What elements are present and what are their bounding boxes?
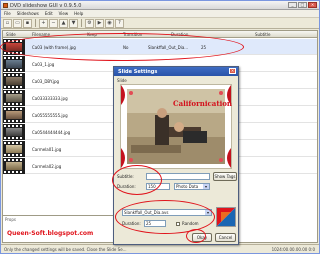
title-bar: DVD slideshow GUI v 0.9.5.0 _ □ × [1, 1, 319, 10]
menu-help[interactable]: Help [74, 11, 83, 16]
row-filename: Ca055555555.jpg [32, 113, 68, 118]
move-down-icon[interactable]: ▼ [69, 18, 78, 28]
row-transition: Slankffall_Out_Dia... [148, 45, 189, 50]
transition-duration-label: Duration: [122, 221, 141, 226]
settings-icon[interactable]: ⚙ [85, 18, 94, 28]
status-bar: Only the changed settings will be saved.… [1, 244, 319, 253]
watermark-text: Queen-Soft.blogspot.com [7, 230, 94, 237]
col-subtitle[interactable]: Subtitle [255, 32, 270, 37]
slide-settings-dialog: Slide Settings × Slide Californication S… [113, 66, 239, 245]
row-filename: Ca03_1.jpg [32, 62, 55, 67]
status-text: Only the changed settings will be saved.… [4, 247, 127, 252]
add-images-icon[interactable]: + [39, 18, 48, 28]
slide-photo [121, 85, 231, 168]
col-transition[interactable]: Transition [123, 32, 142, 37]
close-button[interactable]: × [308, 2, 317, 8]
dialog-close-icon[interactable]: × [229, 68, 236, 74]
okay-button[interactable]: Okay [192, 233, 212, 242]
open-icon[interactable]: ▭ [13, 18, 22, 28]
thumbnail [3, 56, 25, 72]
minimize-button[interactable]: _ [288, 2, 297, 8]
table-row[interactable]: Ca03 (with frame).jpg No Slankffall_Out_… [3, 39, 317, 55]
col-duration[interactable]: Duration [171, 32, 188, 37]
thumbnail [3, 158, 25, 174]
window-title: DVD slideshow GUI v 0.9.5.0 [10, 3, 82, 9]
transition-value: Slankffall_Out_Dia.avs [124, 210, 169, 215]
row-filename: Carmela01.jpg [32, 147, 62, 152]
random-label: Random [182, 221, 199, 226]
random-checkbox[interactable] [176, 222, 180, 226]
chevron-down-icon: ▾ [205, 210, 211, 215]
slide-label: Slide [117, 78, 127, 83]
photo-title-text: Californication [173, 99, 232, 108]
thumbnail [3, 39, 25, 55]
transition-select[interactable]: Slankffall_Out_Dia.avs ▾ [122, 209, 212, 216]
row-filename: Ca03 (with frame).jpg [32, 45, 76, 50]
row-filename: Ca033333333.jpg [32, 96, 68, 101]
thumbnail [3, 141, 25, 157]
preview-icon[interactable]: ▶ [95, 18, 104, 28]
col-filename[interactable]: Filename [32, 32, 50, 37]
remove-icon[interactable]: − [49, 18, 58, 28]
thumbnail [3, 90, 25, 106]
row-filename: Ca0544444444.jpg [32, 130, 71, 135]
duration-input[interactable]: 150 [146, 183, 170, 190]
thumbnail [3, 124, 25, 140]
show-tags-button[interactable]: Show Tags [213, 172, 237, 181]
toolbar: ▫ ▭ ▪ + − ▲ ▼ ⚙ ▶ ◉ ? [1, 18, 319, 29]
row-duration: 25 [201, 45, 207, 50]
maximize-button[interactable]: □ [298, 2, 307, 8]
save-icon[interactable]: ▪ [23, 18, 32, 28]
duration-label: Duration: [117, 184, 136, 189]
menu-file[interactable]: File [4, 11, 11, 16]
status-time: 1024:00.00.00.00 0:0 [271, 247, 315, 252]
props-panel: Props [2, 215, 122, 243]
duration-unit-value: Photo Data [176, 184, 199, 189]
row-filename: Ca03_DBY.jpg [32, 79, 60, 84]
menu-bar: File Slideshows Edit View Help [1, 10, 319, 18]
col-keep[interactable]: Keep [87, 32, 97, 37]
toolbar-separator [81, 19, 82, 27]
row-keep: No [123, 45, 129, 50]
slide-preview: Californication [120, 84, 232, 169]
thumbnail [3, 73, 25, 89]
transition-preview-icon [216, 207, 236, 227]
col-slide[interactable]: Slide [6, 32, 16, 37]
cancel-button[interactable]: Cancel [215, 233, 236, 242]
move-up-icon[interactable]: ▲ [59, 18, 68, 28]
burn-icon[interactable]: ◉ [105, 18, 114, 28]
grid-header: Slide Filename Keep Transition Duration … [3, 31, 317, 38]
row-filename: Carmela02.jpg [32, 164, 62, 169]
subtitle-input[interactable] [146, 173, 210, 180]
chevron-down-icon: ▾ [203, 184, 209, 189]
help-icon[interactable]: ? [115, 18, 124, 28]
menu-edit[interactable]: Edit [45, 11, 53, 16]
dialog-title: Slide Settings [118, 69, 158, 75]
app-icon [3, 3, 8, 8]
toolbar-separator [35, 19, 36, 27]
dialog-title-bar: Slide Settings × [114, 67, 238, 76]
duration-unit-select[interactable]: Photo Data ▾ [174, 183, 210, 190]
new-icon[interactable]: ▫ [3, 18, 12, 28]
thumbnail [3, 107, 25, 123]
props-label: Props [5, 217, 16, 222]
transition-duration-input[interactable]: 25 [144, 220, 166, 227]
menu-view[interactable]: View [59, 11, 69, 16]
subtitle-label: Subtitle: [117, 174, 134, 179]
menu-slideshows[interactable]: Slideshows [17, 11, 39, 16]
